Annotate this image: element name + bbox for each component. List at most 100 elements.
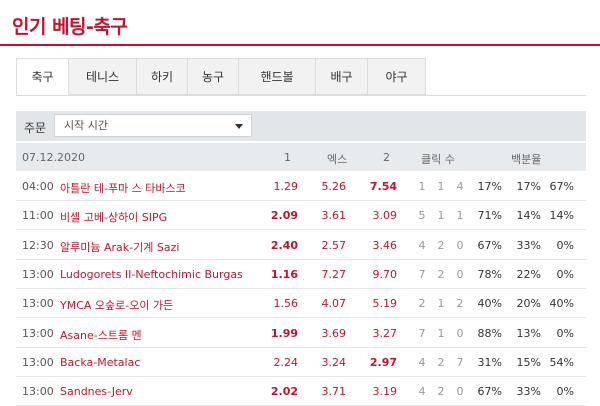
page-title: 인기 베팅-축구 xyxy=(12,16,128,38)
clicks-1: 4 xyxy=(418,385,426,399)
sort-select-value: 시작 시간 xyxy=(64,119,108,132)
percent-2: 0% xyxy=(556,385,574,399)
title-divider xyxy=(0,44,600,46)
odd-2: 3.09 xyxy=(372,209,398,223)
header-clicks: 클릭 수 xyxy=(421,153,455,166)
table-row: 13:00 Sandnes-Jerv 2.02 3.71 3.19 4 2 0 67% 33% 0% xyxy=(16,376,586,406)
percent-2: 40% xyxy=(549,297,574,311)
clicks-1: 5 xyxy=(418,209,426,223)
date-label: 07.12.2020 xyxy=(22,151,85,164)
percent-2: 14% xyxy=(549,209,574,223)
odd-1: 2.24 xyxy=(273,355,299,369)
percent-2: 0% xyxy=(556,326,574,340)
tabs-divider xyxy=(16,95,586,96)
header-x: 엑스 xyxy=(327,153,348,166)
table-row: 12:30 알루미늄 Arak-기계 Sazi 2.40 2.57 3.46 4 2 0 67%… xyxy=(16,230,586,260)
odd-1: 1.99 xyxy=(270,326,298,340)
match-time: 13:00 xyxy=(22,385,54,399)
clicks-x: 2 xyxy=(437,355,445,369)
header-1: 1 xyxy=(284,151,291,164)
chevron-down-icon xyxy=(235,124,243,129)
table-header: 07.12.2020 1 엑스 2 클릭 수 백분율 xyxy=(16,143,586,171)
percent-1: 67% xyxy=(477,385,502,399)
table-row: 13:00 Asane-스트롬 멘 1.99 3.69 3.27 7 1 0 88% 13% 0% xyxy=(16,318,586,348)
odd-2: 3.46 xyxy=(372,238,398,252)
match-link[interactable]: 알루미늄 Arak-기계 Sazi xyxy=(60,239,179,255)
table-row: 11:00 비셀 고베-상하이 SIPG 2.09 3.61 3.09 5 1 1 71% 14%… xyxy=(16,200,586,231)
odd-x: 5.26 xyxy=(321,180,347,193)
match-time: 12:30 xyxy=(22,238,54,252)
tab-tennis[interactable]: 테니스 xyxy=(69,58,137,95)
match-time: 13:00 xyxy=(22,267,54,281)
percent-2: 54% xyxy=(549,355,574,369)
table-row: 13:00 Backa-Metalac 2.24 3.24 2.97 4 2 7 31% 15% 5… xyxy=(16,347,586,377)
table-row: 13:00 Ludogorets II-Neftochimic Burgas 1.1… xyxy=(16,259,586,289)
tab-volleyball[interactable]: 배구 xyxy=(316,58,368,95)
percent-1: 88% xyxy=(477,326,502,340)
clicks-1: 4 xyxy=(418,238,426,252)
percent-1: 17% xyxy=(477,180,502,193)
table-row: 04:00 아틀란 테-푸마 스 타바스코 1.29 5.26 7.54 1 1 4 17% 17… xyxy=(16,171,586,201)
odd-x: 7.27 xyxy=(321,267,347,281)
tab-baseball[interactable]: 야구 xyxy=(368,58,426,95)
odd-x: 3.71 xyxy=(321,385,347,399)
clicks-x: 1 xyxy=(437,326,445,340)
tab-handball[interactable]: 핸드볼 xyxy=(239,58,316,95)
match-link[interactable]: 비셀 고베-상하이 SIPG xyxy=(60,209,167,225)
match-time: 13:00 xyxy=(22,355,54,369)
header-percent: 백분율 xyxy=(511,153,542,166)
clicks-1: 2 xyxy=(418,297,426,311)
clicks-x: 1 xyxy=(437,297,445,311)
match-link[interactable]: 아틀란 테-푸마 스 타바스코 xyxy=(60,180,186,196)
clicks-1: 4 xyxy=(418,355,426,369)
odd-1: 2.09 xyxy=(270,209,298,223)
percent-2: 67% xyxy=(549,180,574,193)
tab-hockey[interactable]: 하키 xyxy=(137,58,188,95)
odd-x: 2.57 xyxy=(321,238,347,252)
match-time: 13:00 xyxy=(22,297,54,311)
odd-1: 1.56 xyxy=(273,297,299,311)
match-link[interactable]: Asane-스트롬 멘 xyxy=(60,327,142,343)
clicks-1: 1 xyxy=(418,180,426,193)
percent-1: 40% xyxy=(477,297,502,311)
clicks-x: 2 xyxy=(437,267,445,281)
percent-1: 31% xyxy=(477,355,502,369)
match-link[interactable]: Ludogorets II-Neftochimic Burgas xyxy=(60,268,243,281)
tab-basketball[interactable]: 농구 xyxy=(188,58,239,95)
percent-2: 0% xyxy=(556,238,574,252)
odd-1: 1.16 xyxy=(270,267,298,281)
table-row: 13:00 YMCA 오숲로-오이 가든 1.56 4.07 5.19 2 1 2 40% 20%… xyxy=(16,288,586,319)
percent-1: 78% xyxy=(477,267,502,281)
odd-x: 4.07 xyxy=(321,297,347,311)
odd-1: 1.29 xyxy=(273,180,299,193)
clicks-x: 1 xyxy=(437,209,445,223)
match-time: 13:00 xyxy=(22,326,54,340)
odd-x: 3.24 xyxy=(321,355,347,369)
percent-1: 67% xyxy=(477,238,502,252)
odd-x: 3.61 xyxy=(321,209,347,223)
odd-2: 7.54 xyxy=(369,180,397,193)
sort-label: 주문 xyxy=(24,121,47,135)
odd-2: 2.97 xyxy=(369,355,397,369)
match-time: 11:00 xyxy=(22,209,54,223)
odd-2: 3.19 xyxy=(372,385,398,399)
sport-tabs: 축구 테니스 하키 농구 핸드볼 배구 야구 xyxy=(16,58,426,96)
clicks-x: 1 xyxy=(437,180,445,193)
percent-2: 0% xyxy=(556,267,574,281)
odd-x: 3.69 xyxy=(321,326,347,340)
clicks-x: 2 xyxy=(437,385,445,399)
clicks-1: 7 xyxy=(418,326,426,340)
sort-bar: 주문 시작 시간 xyxy=(16,111,586,141)
clicks-x: 2 xyxy=(437,238,445,252)
match-link[interactable]: Backa-Metalac xyxy=(60,356,140,369)
odd-1: 2.40 xyxy=(270,238,298,252)
tab-football[interactable]: 축구 xyxy=(16,58,69,95)
sort-select[interactable]: 시작 시간 xyxy=(54,114,252,137)
match-link[interactable]: Sandnes-Jerv xyxy=(60,385,133,398)
percent-1: 71% xyxy=(477,209,502,223)
odd-2: 3.27 xyxy=(372,326,398,340)
odd-1: 2.02 xyxy=(270,385,298,399)
odd-2: 9.70 xyxy=(372,267,398,281)
clicks-1: 7 xyxy=(418,267,426,281)
match-link[interactable]: YMCA 오숲로-오이 가든 xyxy=(60,297,173,313)
